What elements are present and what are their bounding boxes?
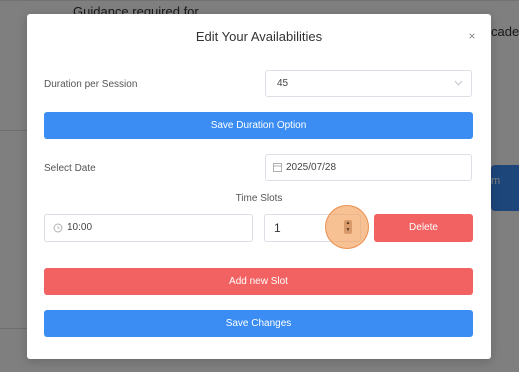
calendar-icon xyxy=(273,155,282,190)
delete-slot-button[interactable]: Delete xyxy=(374,214,473,242)
save-changes-button[interactable]: Save Changes xyxy=(44,310,473,337)
date-picker-input[interactable]: 2025/07/28 xyxy=(265,154,472,181)
time-slots-label: Time Slots xyxy=(235,193,283,204)
save-duration-button[interactable]: Save Duration Option xyxy=(44,112,473,139)
time-slot-input[interactable]: 10:00 xyxy=(44,214,253,242)
date-value: 2025/07/28 xyxy=(286,162,337,173)
stepper-icon[interactable]: ▲ ▼ xyxy=(344,220,352,234)
chevron-down-icon xyxy=(454,71,463,106)
modal-title: Edit Your Availabilities xyxy=(195,29,323,44)
select-date-label: Select Date xyxy=(44,163,96,174)
duration-value: 45 xyxy=(277,78,289,89)
close-icon[interactable]: × xyxy=(467,29,477,43)
duration-label: Duration per Session xyxy=(44,79,138,90)
time-value: 10:00 xyxy=(67,222,93,233)
clock-icon xyxy=(53,215,63,252)
duration-select[interactable]: 45 xyxy=(265,70,472,97)
quantity-value: 1 xyxy=(274,221,281,235)
edit-availabilities-modal: Edit Your Availabilities × Duration per … xyxy=(27,14,491,359)
add-new-slot-button[interactable]: Add new Slot xyxy=(44,268,473,295)
